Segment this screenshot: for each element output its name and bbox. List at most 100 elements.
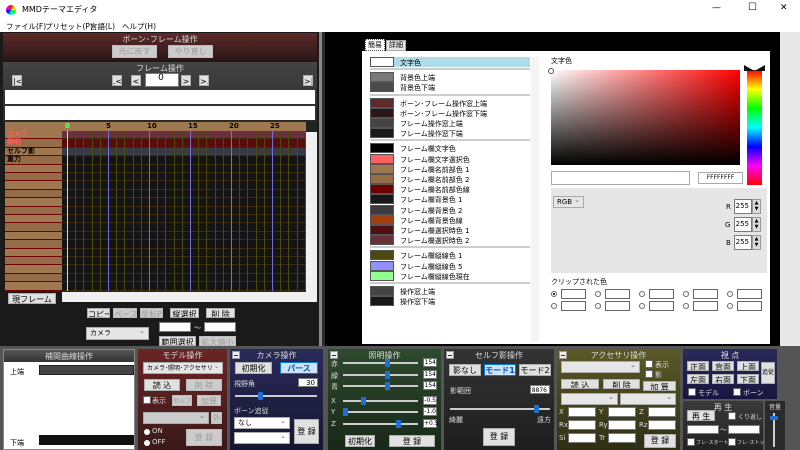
color-list-item[interactable]: フレーム欄縦線色 5 xyxy=(370,260,530,271)
light-value-input[interactable]: -1.0 xyxy=(423,407,437,416)
tab-detail[interactable]: 詳細 xyxy=(386,40,406,51)
clip-swatch[interactable] xyxy=(649,301,674,311)
range-end-input[interactable] xyxy=(204,322,236,332)
view-right-button[interactable]: 右面 xyxy=(712,374,734,384)
color-list-item[interactable]: フレーム操作窓下端 xyxy=(370,128,530,139)
view-left-button[interactable]: 左面 xyxy=(687,374,709,384)
accessory-delete-button[interactable]: 削 除 xyxy=(603,379,640,389)
accessory-field-input[interactable] xyxy=(568,420,596,430)
timeline-row[interactable] xyxy=(62,156,306,165)
bone-follow-select[interactable]: なし xyxy=(234,416,290,429)
light-slider-thumb[interactable] xyxy=(360,396,366,405)
accessory-add-button[interactable]: 加 算 xyxy=(643,381,676,391)
current-frame-button[interactable]: 現フレーム xyxy=(8,293,56,304)
light-init-button[interactable]: 初期化 xyxy=(345,435,375,447)
saturation-value-area[interactable] xyxy=(551,70,740,165)
color-list-scrollbar[interactable] xyxy=(531,57,539,342)
accessory-field-input[interactable] xyxy=(648,420,676,430)
scale-button[interactable]: 拡大縮小 xyxy=(199,336,236,346)
timeline-row-name[interactable] xyxy=(5,248,62,257)
accessory-field-input[interactable] xyxy=(608,433,636,443)
color-list-item[interactable]: フレーム欄文字選択色 xyxy=(370,153,530,164)
color-list-item[interactable]: 背景色上端 xyxy=(370,72,530,83)
frame-number-input[interactable]: 0 xyxy=(145,73,179,87)
b-spinner[interactable]: ▲ ▼ xyxy=(752,235,761,250)
next-frame-button[interactable]: > xyxy=(181,75,191,86)
timeline-row-name[interactable] xyxy=(5,240,62,249)
color-list-item[interactable]: フレーム欄背景色線 xyxy=(370,214,530,225)
clip-radio[interactable] xyxy=(683,291,689,297)
shadow-range-slider[interactable] xyxy=(450,405,550,413)
clip-radio[interactable] xyxy=(595,303,601,309)
timeline-row-name[interactable] xyxy=(5,282,62,291)
view-bottom-button[interactable]: 下面 xyxy=(737,374,759,384)
accessory-shadow-checkbox[interactable] xyxy=(645,370,653,378)
color-list-item[interactable]: フレーム欄名前部色線 xyxy=(370,184,530,195)
accessory-field-input[interactable] xyxy=(568,407,596,417)
repeat-checkbox[interactable] xyxy=(728,412,736,420)
timeline-row-name[interactable] xyxy=(5,206,62,215)
color-list-item[interactable]: フレーム欄背景色 2 xyxy=(370,204,530,215)
accessory-field-input[interactable] xyxy=(568,433,596,443)
timeline-row[interactable] xyxy=(62,164,306,173)
color-mode-select[interactable]: RGB xyxy=(553,195,584,208)
right-scrollbar[interactable] xyxy=(780,32,800,346)
light-slider[interactable] xyxy=(343,370,418,379)
clip-radio[interactable] xyxy=(639,291,645,297)
timeline-row[interactable] xyxy=(62,231,306,241)
timeline-hscrollbar[interactable] xyxy=(62,292,317,302)
color-list-item[interactable]: 操作窓上端 xyxy=(370,286,530,296)
picker-cursor[interactable] xyxy=(548,68,554,74)
frame-stop-checkbox[interactable] xyxy=(728,438,736,446)
clip-swatch[interactable] xyxy=(561,289,586,299)
timeline-row[interactable] xyxy=(62,215,306,224)
first-frame-button[interactable]: |< xyxy=(12,75,22,86)
clip-swatch[interactable] xyxy=(605,301,630,311)
timeline-row[interactable] xyxy=(62,223,306,232)
accessory-field-input[interactable] xyxy=(608,407,636,417)
close-button[interactable]: ✕ xyxy=(780,3,788,13)
view-model-checkbox[interactable] xyxy=(688,388,696,396)
light-slider-thumb[interactable] xyxy=(385,370,390,379)
shadow-register-button[interactable]: 登 録 xyxy=(483,428,515,446)
fov-slider[interactable] xyxy=(235,392,317,400)
shadow-range-input[interactable]: 8876 xyxy=(530,385,550,394)
color-list-item[interactable]: 操作窓下端 xyxy=(370,296,530,307)
vertical-select-button[interactable]: 縦選択 xyxy=(170,308,199,318)
timeline[interactable]: 0 5 10 15 20 25 カメラ 照明 セルフ影 重力 xyxy=(5,122,317,292)
timeline-row-name[interactable] xyxy=(5,257,62,266)
timeline-row[interactable] xyxy=(62,240,306,249)
r-spinner[interactable]: ▲ ▼ xyxy=(752,199,761,214)
tab-simple[interactable]: 簡易 xyxy=(365,39,385,51)
timeline-row-name[interactable] xyxy=(5,273,62,283)
light-slider-thumb[interactable] xyxy=(395,419,401,428)
timeline-row[interactable] xyxy=(62,282,306,291)
perspective-button[interactable]: パース xyxy=(280,362,318,374)
fov-input[interactable]: 30 xyxy=(298,378,318,387)
accessory-field-input[interactable] xyxy=(648,407,676,417)
model-on-radio[interactable] xyxy=(144,429,150,435)
menu-help[interactable]: ヘルプ(H) xyxy=(122,21,156,32)
timeline-row-name[interactable]: 重力 xyxy=(5,156,62,165)
color-list-item[interactable]: 文字色 xyxy=(370,57,530,67)
shadow-mode1-button[interactable]: モード1 xyxy=(484,364,516,376)
light-value-input[interactable]: 154 xyxy=(423,381,437,390)
model-select[interactable]: カメラ･照明･アクセサリ xyxy=(143,361,223,374)
model-add-button[interactable]: 加算 xyxy=(197,395,221,406)
timeline-row[interactable] xyxy=(62,181,306,190)
model-bone-select[interactable] xyxy=(143,411,209,424)
timeline-row-name[interactable] xyxy=(5,265,62,274)
color-list-item[interactable]: フレーム欄選択時色 1 xyxy=(370,225,530,235)
light-slider[interactable] xyxy=(343,396,418,405)
timeline-row[interactable] xyxy=(62,173,306,182)
color-list-item[interactable]: フレーム欄文字色 xyxy=(370,143,530,154)
target-select[interactable]: カメラ xyxy=(86,326,149,340)
timeline-scrollbar[interactable] xyxy=(306,132,317,292)
accessory-show-checkbox[interactable] xyxy=(645,360,653,368)
play-start-input[interactable] xyxy=(687,425,719,434)
interp-top-bar[interactable] xyxy=(39,365,134,375)
accessory-load-button[interactable]: 読 込 xyxy=(561,379,599,389)
accessory-bone-select-1[interactable] xyxy=(561,392,618,405)
clip-swatch[interactable] xyxy=(649,289,674,299)
prev-key-button[interactable]: .< xyxy=(112,75,122,86)
